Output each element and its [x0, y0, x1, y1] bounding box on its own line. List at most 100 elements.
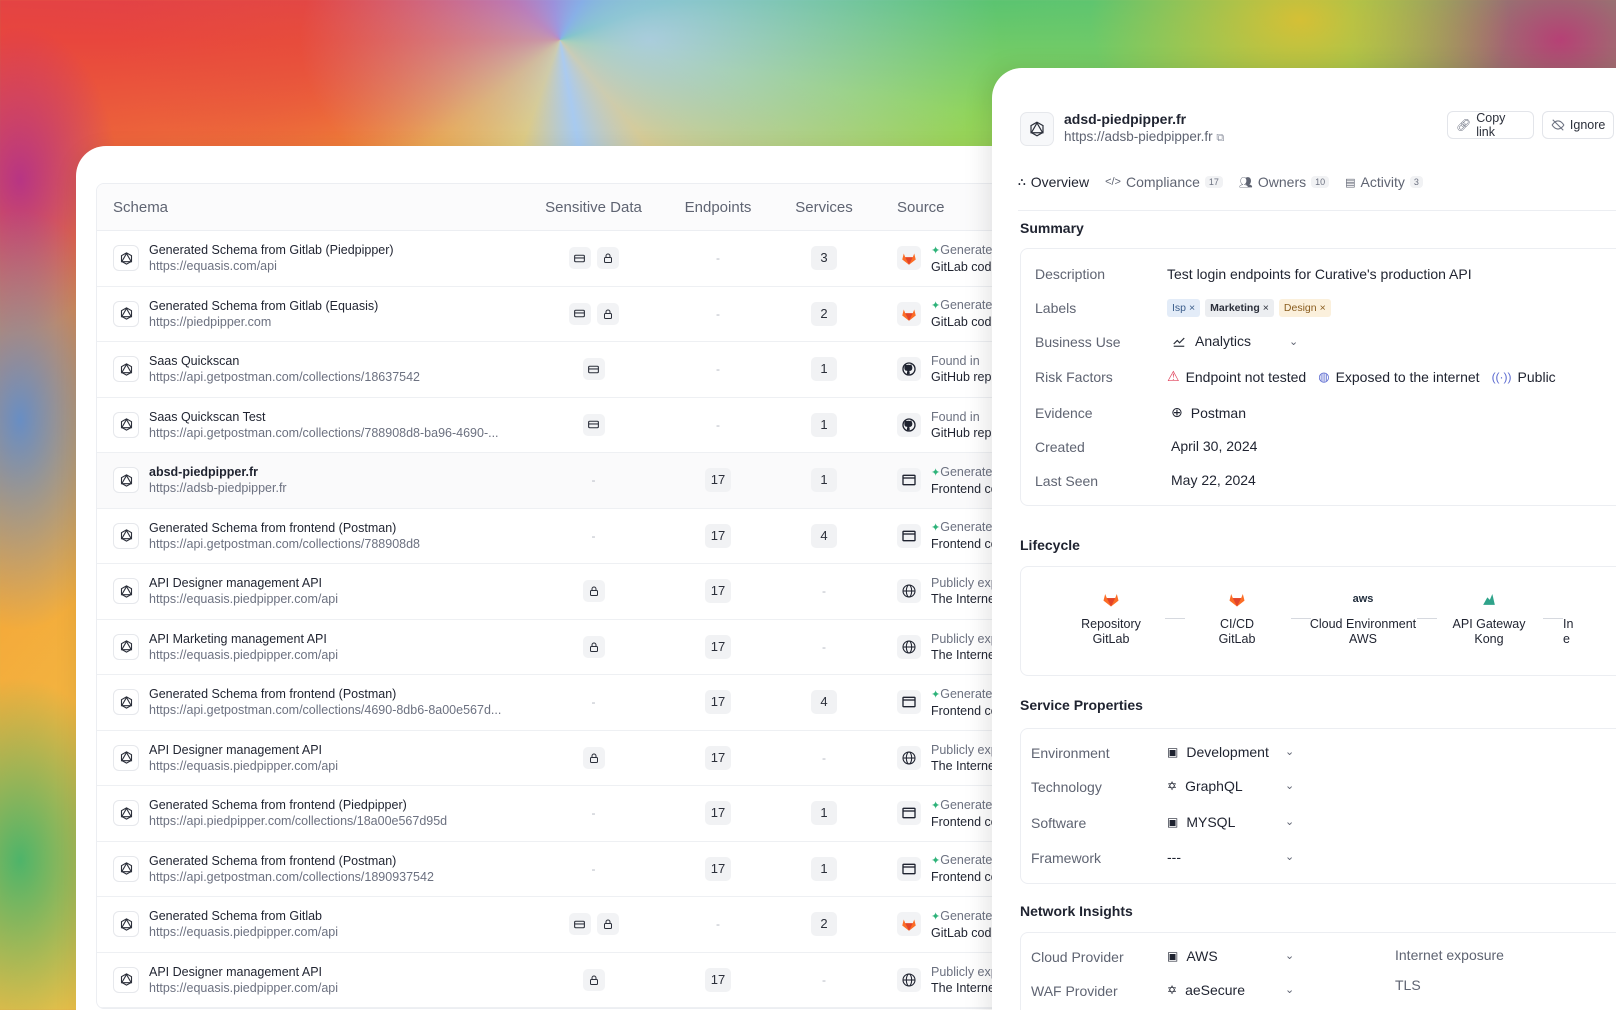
graphql-icon	[113, 245, 139, 272]
technology-value: GraphQL	[1185, 778, 1243, 794]
panel-title: adsd-piedpipper.fr	[1064, 111, 1187, 127]
lifecycle-next[interactable]: In e	[1563, 617, 1603, 647]
schema-name[interactable]: Saas Quickscan Test	[149, 409, 499, 425]
table-row[interactable]: Generated Schema from Gitlab https://equ…	[97, 897, 1095, 953]
table-row[interactable]: Generated Schema from Gitlab (Piedpipper…	[97, 231, 1095, 287]
schema-name[interactable]: Generated Schema from frontend (Piedpipp…	[149, 797, 447, 813]
schema-name[interactable]: API Designer management API	[149, 742, 338, 758]
lifecycle-cicd[interactable]: CI/CD GitLab	[1177, 587, 1297, 647]
tab-owners[interactable]: 👥︎ Owners 10	[1239, 174, 1330, 202]
table-row[interactable]: Generated Schema from Gitlab (Equasis) h…	[97, 287, 1095, 342]
schema-name[interactable]: API Designer management API	[149, 575, 338, 591]
table-row[interactable]: Generated Schema from frontend (Piedpipp…	[97, 786, 1095, 842]
schema-name[interactable]: API Marketing management API	[149, 631, 338, 647]
table-row[interactable]: Saas Quickscan https://api.getpostman.co…	[97, 342, 1095, 398]
endpoints-count: 17	[704, 468, 732, 493]
label-chip-marketing[interactable]: Marketing ×	[1205, 299, 1274, 317]
lifecycle-repository[interactable]: Repository GitLab	[1051, 587, 1171, 647]
copy-icon[interactable]: ⧉	[1216, 132, 1224, 144]
risk-exposed-internet[interactable]: ◍ Exposed to the internet	[1318, 369, 1479, 385]
table-row[interactable]: Saas Quickscan Test https://api.getpostm…	[97, 398, 1095, 453]
table-row[interactable]: API Marketing management API https://equ…	[97, 620, 1095, 675]
labels-label: Labels	[1035, 300, 1077, 316]
framework-select[interactable]: ---	[1167, 849, 1181, 865]
header-schema[interactable]: Schema	[97, 199, 522, 216]
lifecycle-gateway[interactable]: API Gateway Kong	[1429, 587, 1549, 647]
schema-url: https://api.getpostman.com/collections/7…	[149, 425, 499, 440]
software-select[interactable]: ▣ MYSQL	[1167, 814, 1235, 830]
detail-panel: adsd-piedpipper.fr https://adsb-piedpipp…	[992, 68, 1616, 1010]
gitlab-icon	[1051, 587, 1171, 611]
chevron-down-icon[interactable]: ⌄	[1285, 815, 1294, 828]
evidence-value[interactable]: ⊕ Postman	[1171, 404, 1246, 421]
source-origin: Frontend co	[931, 870, 998, 885]
ignore-button[interactable]: Ignore	[1541, 111, 1615, 139]
schema-name[interactable]: Generated Schema from frontend (Postman)	[149, 686, 501, 702]
source-origin: Frontend co	[931, 537, 998, 552]
sensitive-data-cell: -	[522, 862, 665, 876]
endpoints-cell: -	[665, 362, 771, 376]
schema-name[interactable]: Generated Schema from Gitlab (Equasis)	[149, 298, 378, 314]
schema-name[interactable]: Generated Schema from frontend (Postman)	[149, 520, 420, 536]
remove-icon[interactable]: ×	[1189, 302, 1195, 314]
gitlab-icon	[897, 912, 921, 937]
header-sensitive-data[interactable]: Sensitive Data	[522, 199, 665, 216]
copy-link-button[interactable]: 🔗︎ Copy link	[1447, 111, 1534, 139]
table-body: Generated Schema from Gitlab (Piedpipper…	[97, 231, 1095, 1008]
schema-cell: Generated Schema from frontend (Postman)…	[97, 853, 522, 885]
empty-value: -	[716, 362, 720, 377]
source-type: Publicly exp	[931, 631, 998, 646]
header-endpoints[interactable]: Endpoints	[665, 199, 771, 216]
table-row[interactable]: Generated Schema from frontend (Postman)…	[97, 842, 1095, 897]
environment-select[interactable]: ▣ Development	[1167, 744, 1269, 760]
table-row[interactable]: absd-piedpipper.fr https://adsb-piedpipp…	[97, 453, 1095, 509]
empty-value: -	[822, 750, 826, 765]
services-cell: 1	[771, 856, 877, 881]
label-chip-design[interactable]: Design ×	[1278, 299, 1331, 317]
schema-name[interactable]: API Designer management API	[149, 964, 338, 980]
lifecycle-cloud[interactable]: aws Cloud Environment AWS	[1303, 587, 1423, 647]
schema-name[interactable]: Generated Schema from Gitlab	[149, 908, 338, 924]
table-row[interactable]: API Designer management API https://equa…	[97, 731, 1095, 786]
schema-name[interactable]: absd-piedpipper.fr	[149, 464, 287, 480]
table-row[interactable]: Generated Schema from frontend (Postman)…	[97, 509, 1095, 564]
technology-select[interactable]: ✡︎ GraphQL	[1167, 778, 1243, 794]
table-row[interactable]: Generated Schema from frontend (Postman)…	[97, 675, 1095, 731]
chevron-down-icon[interactable]: ⌄	[1285, 983, 1294, 996]
remove-icon[interactable]: ×	[1320, 302, 1326, 314]
window-icon	[897, 468, 921, 493]
sensitive-data-cell	[522, 635, 665, 658]
waf-provider-select[interactable]: ✡︎ aeSecure	[1167, 982, 1245, 998]
schema-name[interactable]: Generated Schema from frontend (Postman)	[149, 853, 434, 869]
table-row[interactable]: API Designer management API https://equa…	[97, 564, 1095, 620]
chevron-down-icon[interactable]: ⌄	[1289, 335, 1298, 348]
source-origin: Frontend co	[931, 481, 998, 496]
table-row[interactable]: API Designer management API https://equa…	[97, 953, 1095, 1008]
risk-public[interactable]: ((·)) Public	[1492, 369, 1556, 385]
schema-cell: API Marketing management API https://equ…	[97, 631, 522, 663]
risk-endpoint-not-tested[interactable]: ⚠︎ Endpoint not tested	[1167, 368, 1306, 385]
cloud-provider-select[interactable]: ▣ AWS	[1167, 948, 1218, 964]
source-origin: The Internet	[931, 758, 999, 773]
sensitive-data-cell	[522, 968, 665, 991]
schema-name[interactable]: Generated Schema from Gitlab (Piedpipper…	[149, 242, 394, 258]
schema-name[interactable]: Saas Quickscan	[149, 353, 420, 369]
chevron-down-icon[interactable]: ⌄	[1285, 949, 1294, 962]
chevron-down-icon[interactable]: ⌄	[1285, 745, 1294, 758]
lifecycle-label: CI/CD	[1219, 617, 1255, 631]
panel-url[interactable]: https://adsb-piedpipper.fr ⧉	[1064, 128, 1224, 147]
sensitive-data-cell: -	[522, 806, 665, 820]
tab-overview[interactable]: ⛬ Overview	[1018, 174, 1089, 202]
label-chip-isp[interactable]: Isp ×	[1167, 299, 1201, 317]
tab-compliance[interactable]: </> Compliance 17	[1105, 174, 1223, 202]
remove-icon[interactable]: ×	[1263, 302, 1269, 314]
graphql-icon: ✡︎	[1167, 983, 1178, 997]
business-use-select[interactable]: Analytics	[1171, 333, 1251, 349]
globe-icon: ◍	[1318, 368, 1330, 384]
chevron-down-icon[interactable]: ⌄	[1285, 850, 1294, 863]
schema-url: https://api.getpostman.com/collections/1…	[149, 370, 421, 385]
description-value[interactable]: Test login endpoints for Curative's prod…	[1167, 266, 1472, 282]
tab-activity[interactable]: ▤ Activity 3	[1345, 174, 1423, 202]
header-services[interactable]: Services	[771, 199, 877, 216]
chevron-down-icon[interactable]: ⌄	[1285, 779, 1294, 792]
